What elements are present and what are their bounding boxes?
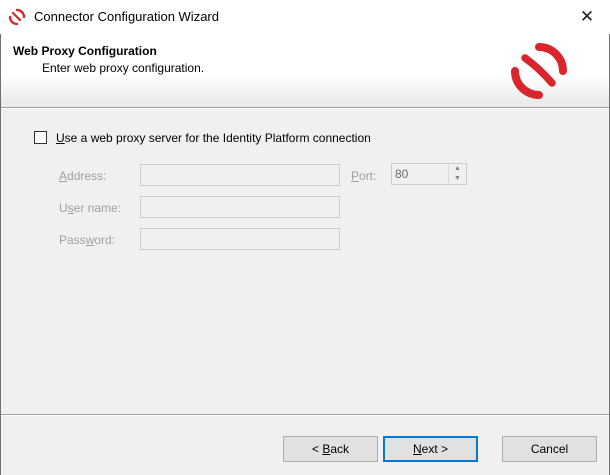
address-label: Address: <box>59 169 107 183</box>
use-proxy-checkbox[interactable] <box>34 131 47 144</box>
port-value: 80 <box>395 167 409 181</box>
password-label: Password: <box>59 233 116 247</box>
brand-logo-icon <box>511 43 567 99</box>
address-input[interactable] <box>140 164 340 186</box>
next-button[interactable]: Next > <box>383 436 478 462</box>
spin-up-icon[interactable]: ▲ <box>449 164 466 174</box>
footer-divider-highlight <box>1 415 609 416</box>
port-label: Port: <box>351 169 377 183</box>
page-title: Web Proxy Configuration <box>13 44 157 58</box>
port-spinner[interactable]: ▲ ▼ <box>448 164 466 184</box>
close-icon[interactable]: ✕ <box>564 0 610 34</box>
username-label: User name: <box>59 201 122 215</box>
port-stepper[interactable]: 80 ▲ ▼ <box>391 163 467 185</box>
page-subtitle: Enter web proxy configuration. <box>42 61 205 75</box>
window-title: Connector Configuration Wizard <box>34 9 219 24</box>
password-input[interactable] <box>140 228 340 250</box>
app-logo-icon <box>8 8 26 26</box>
cancel-button[interactable]: Cancel <box>502 436 597 462</box>
header-divider-highlight <box>1 108 609 109</box>
spin-down-icon[interactable]: ▼ <box>449 174 466 184</box>
username-input[interactable] <box>140 196 340 218</box>
use-proxy-label[interactable]: Use a web proxy server for the Identity … <box>56 131 371 145</box>
wizard-header: Web Proxy Configuration Enter web proxy … <box>1 34 609 107</box>
title-bar: Connector Configuration Wizard ✕ <box>0 0 610 34</box>
back-button[interactable]: < Back <box>283 436 378 462</box>
